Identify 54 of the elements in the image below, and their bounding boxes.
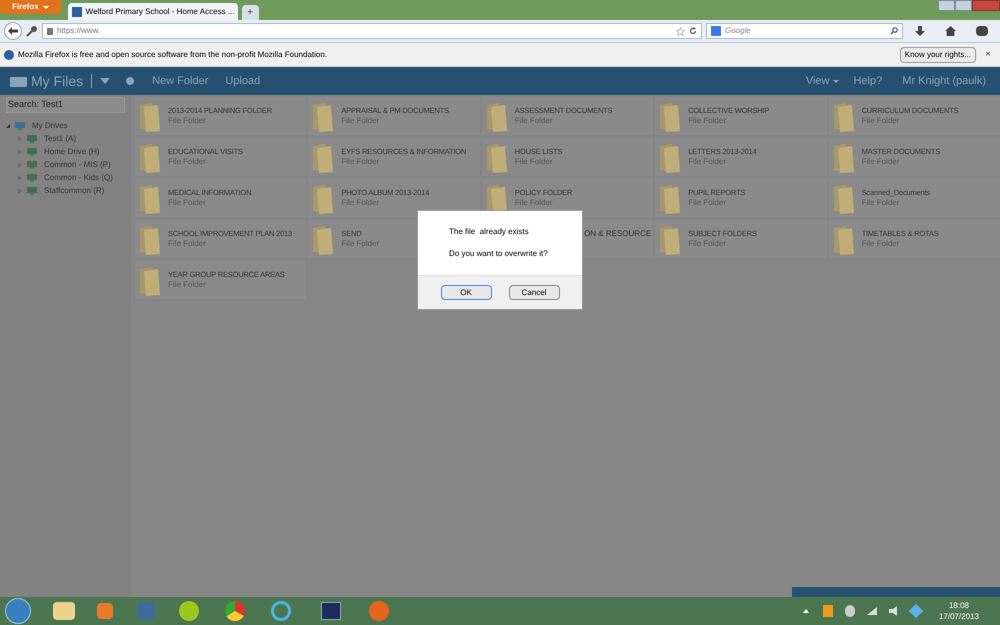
close-button[interactable] bbox=[972, 0, 1000, 11]
volume-icon[interactable] bbox=[888, 606, 899, 616]
info-icon bbox=[4, 50, 14, 60]
dialog-button[interactable]: Cancel bbox=[508, 285, 560, 300]
tree-item[interactable]: Staffcommon (R) bbox=[44, 184, 104, 196]
key-icon bbox=[26, 25, 38, 37]
back-arrow-icon bbox=[8, 27, 18, 35]
tree-item[interactable]: My Drives bbox=[32, 120, 68, 132]
drive-icon bbox=[26, 146, 40, 156]
search-field[interactable]: Search: Test1 bbox=[6, 97, 125, 113]
tree-item[interactable]: Home Drive (H) bbox=[44, 146, 100, 158]
tab-title: Welford Primary School - Home Access ... bbox=[86, 6, 234, 18]
toolbar-link[interactable]: New Folder bbox=[152, 72, 208, 90]
toolbar-link[interactable]: Upload bbox=[225, 72, 260, 90]
chrome-icon[interactable] bbox=[225, 601, 245, 621]
dialog-button[interactable]: OK bbox=[440, 285, 492, 300]
view-menu[interactable]: View bbox=[806, 72, 840, 90]
know-your-rights-button[interactable]: Know your rights... bbox=[900, 46, 976, 62]
help-link[interactable]: Help? bbox=[853, 72, 882, 90]
dropdown-icon[interactable] bbox=[100, 78, 110, 84]
address-bar[interactable]: https://www. bbox=[42, 23, 702, 39]
search-placeholder: Google bbox=[725, 25, 752, 37]
firefox-menu-button[interactable]: Firefox bbox=[0, 0, 61, 14]
url-text: https://www. bbox=[57, 25, 100, 37]
user-menu[interactable]: Mr Knight (paulk) bbox=[902, 72, 986, 90]
notification-text: Mozilla Firefox is free and open source software from the non-profit Mozilla Foundation. bbox=[18, 48, 328, 60]
browser-tab[interactable]: Welford Primary School - Home Access ... bbox=[68, 3, 238, 20]
download-icon[interactable] bbox=[915, 26, 925, 36]
tree-item[interactable]: Common - MIS (P) bbox=[44, 158, 111, 170]
drive-icon bbox=[26, 186, 40, 196]
tree-item[interactable]: Common - Kids (Q) bbox=[44, 172, 113, 184]
drive-icon bbox=[26, 160, 40, 170]
expanded-arrow-icon[interactable] bbox=[6, 124, 10, 128]
folder-name: ON & RESOURCE bbox=[584, 229, 652, 239]
star-icon[interactable] bbox=[676, 26, 685, 36]
home-icon[interactable] bbox=[945, 26, 956, 36]
restore-button[interactable] bbox=[955, 0, 972, 11]
drive-icon bbox=[26, 134, 40, 144]
back-button[interactable] bbox=[4, 22, 22, 40]
close-button[interactable]: × bbox=[980, 47, 996, 62]
show-hidden-icons[interactable] bbox=[802, 609, 809, 613]
search-icon[interactable] bbox=[890, 27, 898, 35]
new-tab-button[interactable]: + bbox=[242, 5, 259, 20]
drive-icon bbox=[26, 172, 40, 182]
caret-icon bbox=[42, 6, 49, 8]
search-field[interactable]: Google bbox=[706, 23, 903, 39]
tree-item[interactable]: Test1 (A) bbox=[44, 132, 76, 144]
reload-icon[interactable] bbox=[689, 27, 697, 35]
drives-icon bbox=[14, 120, 28, 130]
app-title: My Files bbox=[31, 72, 84, 91]
clock-date: 17/07/2013 bbox=[938, 611, 979, 622]
start-button[interactable] bbox=[5, 598, 31, 624]
clock-time: 18:08 bbox=[948, 600, 969, 611]
minimize-button[interactable] bbox=[938, 0, 955, 11]
